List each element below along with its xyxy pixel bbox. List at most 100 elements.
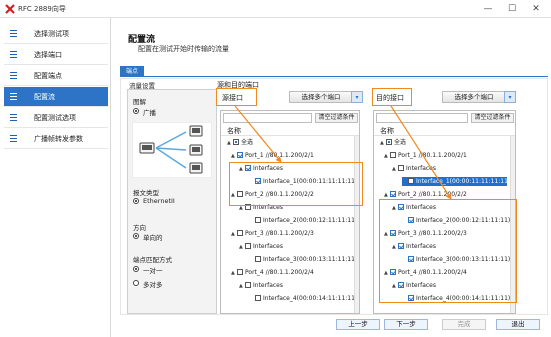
minimize-button[interactable]: — <box>476 2 500 16</box>
checkbox[interactable] <box>237 230 243 236</box>
checkbox[interactable] <box>245 282 251 288</box>
source-tree-node[interactable]: ▲ Interfaces <box>239 281 351 290</box>
packet-type-title: 报文类型 <box>133 189 159 197</box>
topology-title: 图解 <box>133 98 146 106</box>
source-tree-node[interactable]: ▲ Port_3 //80.1.1.200/2/3 <box>231 229 351 238</box>
sidebar-item-select-ports[interactable]: 选择端口 <box>4 45 108 65</box>
sidebar-item-config-endpoints[interactable]: 配置端点 <box>4 66 108 86</box>
sidebar-item-config-flow[interactable]: 配置流 <box>4 87 108 107</box>
checkbox[interactable] <box>390 191 396 197</box>
many-to-many-radio[interactable] <box>133 280 139 286</box>
dest-tree-node[interactable]: ▲ Interfaces <box>392 164 507 173</box>
dest-multi-port-button[interactable]: 选择多个端口 <box>442 91 506 103</box>
sidebar-item-select-tests[interactable]: 选择测试项 <box>4 24 108 44</box>
source-multi-port-button[interactable]: 选择多个端口 <box>289 91 353 103</box>
source-filter-input[interactable] <box>223 113 312 123</box>
dest-clear-filter-button[interactable]: 清空过滤条件 <box>471 113 514 123</box>
source-tree-node[interactable]: Interface_4(00:00:14:11:11:11) <box>249 294 357 303</box>
sidebar-item-config-test-options[interactable]: 配置测试选项 <box>4 108 108 128</box>
switch-icon <box>139 142 155 154</box>
checkbox[interactable] <box>255 295 261 301</box>
ethernet-label: EthernetII <box>143 197 175 205</box>
node-label: Port_4 //80.1.1.200/2/4 <box>245 269 314 276</box>
source-tree-node[interactable]: ▲ Port_1 //80.1.1.200/2/1 <box>231 151 351 160</box>
source-tree-node[interactable]: ▲ Port_4 //80.1.1.200/2/4 <box>231 268 351 277</box>
finish-button[interactable]: 完成 <box>442 319 486 330</box>
node-label: 全选 <box>394 139 407 146</box>
node-label: Port_1 //80.1.1.200/2/1 <box>245 152 314 159</box>
unidirectional-label: 单向的 <box>143 234 163 242</box>
ethernet-radio[interactable] <box>133 198 139 204</box>
source-tree-node[interactable]: ▲ Interfaces <box>239 242 351 251</box>
node-label: 全选 <box>241 139 254 146</box>
node-label: Port_3 //80.1.1.200/2/3 <box>245 230 314 237</box>
divider <box>374 135 515 136</box>
dest-tree-node[interactable]: ▲ Port_2 //80.1.1.200/2/2 <box>384 190 507 199</box>
list-icon <box>10 30 17 37</box>
dest-tree-node[interactable]: ▲ Port_1 //80.1.1.200/2/1 <box>384 151 507 160</box>
close-button[interactable]: ✕ <box>524 2 548 16</box>
source-dropdown-arrow-icon[interactable]: ▾ <box>351 91 363 103</box>
broadcast-label: 广播 <box>143 109 156 117</box>
source-tree: 清空过滤条件 名称 ▲ 全选 ▲ Port_1 //80.1.1.200/2/1 ▲ In… <box>220 110 360 314</box>
node-label: Port_1 //80.1.1.200/2/1 <box>398 152 467 159</box>
list-icon <box>10 114 17 121</box>
flow-settings-group: 图解 广播 报文类型 EthernetII 方向 单向的 端点匹配方式 一对一 … <box>127 89 217 314</box>
tab-endpoints[interactable]: 端点 <box>120 66 145 77</box>
sidebar-item-label: 配置端点 <box>34 72 62 80</box>
checkbox[interactable] <box>255 217 261 223</box>
dest-filter-input[interactable] <box>376 113 468 123</box>
many-to-many-label: 多对多 <box>143 281 163 289</box>
node-label: Interface_2(00:00:12:11:11:11) <box>263 217 358 224</box>
broadcast-radio[interactable] <box>133 108 139 114</box>
source-tree-node[interactable]: Interface_2(00:00:12:11:11:11) <box>249 216 357 225</box>
dest-label: 目的接口 <box>376 94 404 102</box>
direction-title: 方向 <box>133 224 146 232</box>
sidebar-item-label: 选择测试项 <box>34 30 69 38</box>
maximize-button[interactable]: ☐ <box>500 2 524 16</box>
app-logo-icon <box>5 4 15 14</box>
dest-dropdown-arrow-icon[interactable]: ▾ <box>504 91 516 103</box>
checkbox[interactable] <box>386 139 392 145</box>
node-label: Interface_4(00:00:14:11:11:11) <box>263 295 358 302</box>
endpoint-mode-title: 端点匹配方式 <box>133 256 172 264</box>
checkbox[interactable] <box>408 178 414 184</box>
list-icon <box>10 135 17 142</box>
checkbox[interactable] <box>390 152 396 158</box>
node-label: Interfaces <box>253 282 283 289</box>
source-tree-node[interactable]: Interface_3(00:00:13:11:11:11) <box>249 255 357 264</box>
config-panel: 流量设置 图解 广播 报文类型 EthernetII 方向 单向的 端点匹配方式… <box>120 78 548 315</box>
dest-tree-node[interactable]: ▲ 全选 <box>380 138 507 147</box>
node-label: Interfaces <box>406 165 436 172</box>
list-icon <box>10 93 17 100</box>
checkbox[interactable] <box>237 269 243 275</box>
list-icon <box>10 51 17 58</box>
node-label: Interface_3(00:00:13:11:11:11) <box>263 256 358 263</box>
page-subtitle: 配置在测试开始时传输的流量 <box>138 45 229 53</box>
checkbox[interactable] <box>245 243 251 249</box>
tab-strip: 端点 <box>120 66 548 77</box>
next-button[interactable]: 下一步 <box>384 319 428 330</box>
sidebar-item-label: 配置流 <box>34 93 55 101</box>
one-to-one-radio[interactable] <box>133 266 139 272</box>
main-content: 配置流 配置在测试开始时传输的流量 端点 流量设置 图解 广播 报文类型 Eth… <box>112 18 551 337</box>
source-tree-node[interactable]: ▲ 全选 <box>227 138 351 147</box>
node-label: Interface_1(00:00:11:11:11:11) <box>416 178 511 185</box>
sidebar-item-broadcast-params[interactable]: 广播帧转发参数 <box>4 129 108 149</box>
checkbox[interactable] <box>233 139 239 145</box>
divider <box>221 135 359 136</box>
broadcast-diagram <box>132 122 212 178</box>
wizard-sidebar: 选择测试项 选择端口 配置端点 配置流 配置测试选项 广播帧转发参数 <box>0 18 111 337</box>
checkbox[interactable] <box>255 256 261 262</box>
window-title: RFC 2889向导 <box>18 5 66 13</box>
prev-button[interactable]: 上一步 <box>336 319 380 330</box>
checkbox[interactable] <box>237 152 243 158</box>
exit-button[interactable]: 退出 <box>496 319 540 330</box>
source-clear-filter-button[interactable]: 清空过滤条件 <box>315 113 358 123</box>
dest-selection-highlight <box>379 199 517 303</box>
checkbox[interactable] <box>398 165 404 171</box>
unidirectional-radio[interactable] <box>133 233 139 239</box>
sidebar-item-label: 广播帧转发参数 <box>34 135 83 143</box>
source-selection-highlight <box>229 162 363 206</box>
dest-tree-node[interactable]: Interface_1(00:00:11:11:11:11) <box>402 177 511 186</box>
